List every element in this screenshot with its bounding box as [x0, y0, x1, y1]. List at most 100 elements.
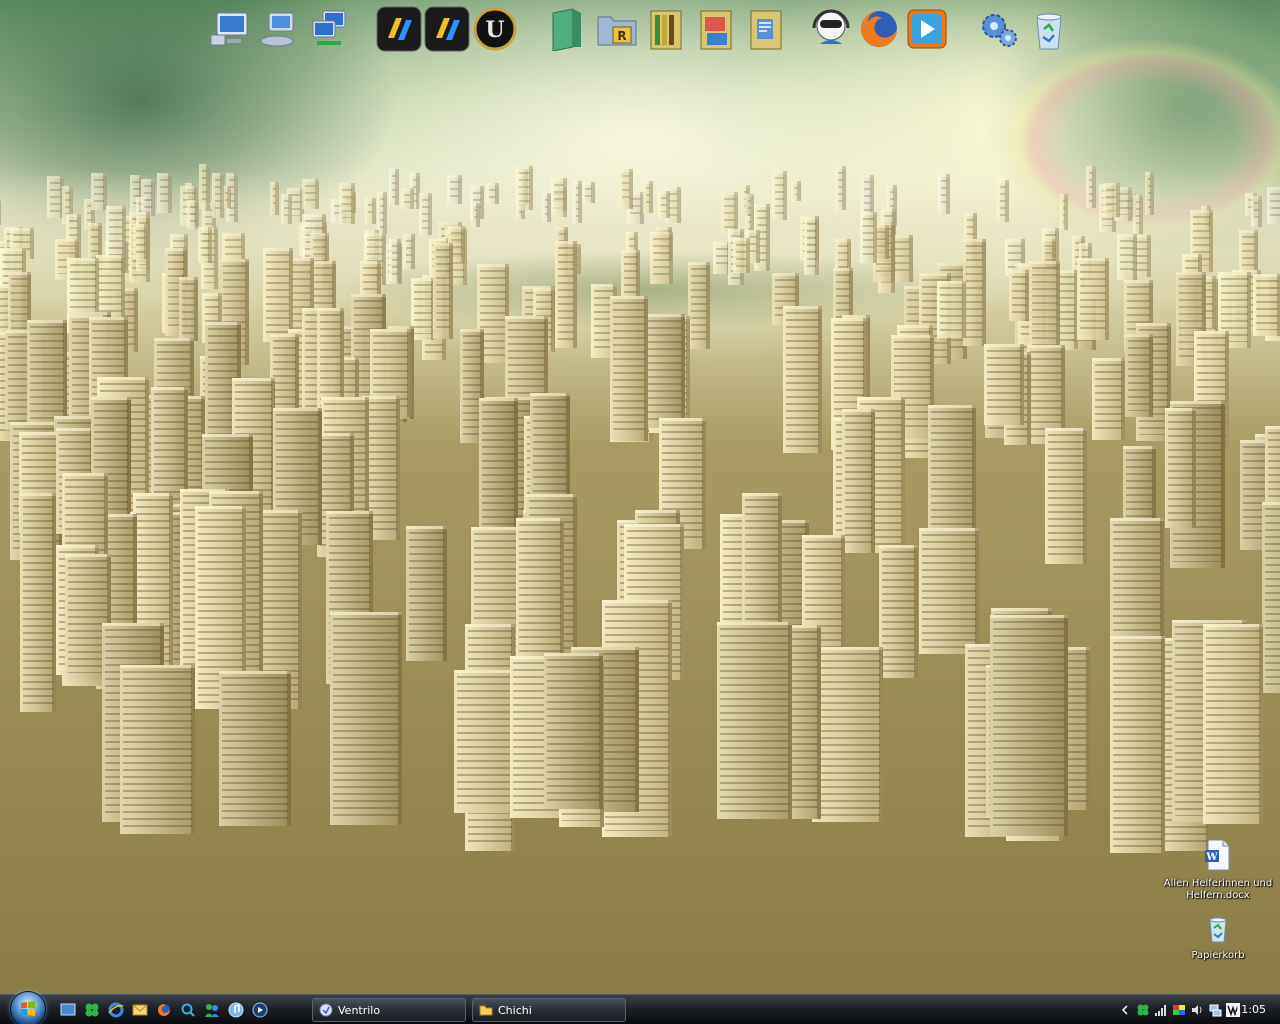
wallpaper-building — [812, 647, 884, 822]
wallpaper-building — [1086, 165, 1096, 208]
wallpaper-building — [1262, 501, 1280, 693]
wallpaper-building — [197, 226, 212, 263]
volume-icon[interactable] — [1190, 1003, 1204, 1017]
wallpaper-building — [1125, 333, 1153, 418]
wallpaper-building — [432, 243, 453, 339]
desktop-icon-word-document[interactable]: W Allen Helferinnen und Helfern.docx — [1163, 838, 1273, 902]
svg-text:U: U — [485, 17, 504, 43]
wallpaper-building — [281, 193, 293, 225]
recycle-bin-icon — [1203, 917, 1233, 948]
desktop-icon-recycle-bin[interactable]: Papierkorb — [1163, 914, 1273, 962]
expand-arrow-icon[interactable] — [1118, 1003, 1132, 1017]
color-bars-icon[interactable] — [1172, 1003, 1186, 1017]
search-icon[interactable] — [180, 1002, 196, 1018]
wallpaper-building — [732, 238, 750, 274]
wallpaper-building — [551, 177, 568, 212]
clover-icon[interactable] — [84, 1002, 100, 1018]
wallpaper-building — [879, 545, 919, 679]
wallpaper-building — [803, 216, 819, 276]
wallpaper-building — [270, 182, 280, 215]
cs-game-alt-icon[interactable] — [424, 6, 470, 52]
wallpaper-building — [983, 343, 1024, 425]
ventrilo-icon — [319, 1003, 333, 1017]
wallpaper-building — [1045, 428, 1087, 564]
internet-explorer-icon[interactable] — [108, 1002, 124, 1018]
network-places-icon[interactable] — [256, 6, 302, 52]
wallpaper-building — [302, 179, 320, 210]
wallpaper-building — [990, 615, 1069, 837]
wallpaper-building — [178, 277, 199, 341]
wallpaper-building — [1202, 623, 1264, 824]
winrar-folder-icon[interactable]: R — [594, 6, 640, 52]
pictures-folder-icon[interactable] — [694, 6, 740, 52]
wallpaper-building — [400, 188, 415, 209]
media-player-icon[interactable] — [252, 1002, 268, 1018]
wallpaper-building — [1266, 187, 1280, 224]
mail-icon[interactable] — [132, 1002, 148, 1018]
documents-folder-icon[interactable] — [744, 6, 790, 52]
desktop-icon-label: Papierkorb — [1191, 950, 1245, 961]
wallpaper-building — [485, 182, 499, 204]
wallpaper-building — [1145, 171, 1155, 216]
wallpaper-building — [782, 305, 823, 454]
cs-game-icon[interactable] — [376, 6, 422, 52]
itunes-icon[interactable] — [228, 1002, 244, 1018]
word-document-icon: W — [1201, 839, 1235, 876]
network-icon[interactable] — [1208, 1003, 1222, 1017]
recycle-bin-icon[interactable] — [1026, 6, 1072, 52]
unreal-tournament-icon[interactable]: U — [472, 6, 518, 52]
wallpaper-building — [516, 518, 565, 658]
wallpaper-building — [1250, 196, 1263, 227]
settings-gears-icon[interactable] — [976, 6, 1022, 52]
wallpaper-building — [199, 164, 210, 210]
wallpaper-building — [645, 314, 685, 428]
wallpaper-building — [842, 408, 876, 553]
svg-text:R: R — [617, 29, 626, 43]
wallpaper-building — [218, 670, 291, 826]
signal-icon[interactable] — [1154, 1003, 1168, 1017]
wallpaper-building — [0, 200, 1, 226]
wallpaper-building — [364, 197, 377, 225]
start-button[interactable] — [10, 991, 46, 1024]
messenger-icon[interactable] — [808, 6, 854, 52]
wallpaper-building — [1076, 258, 1110, 341]
wallpaper-building — [132, 224, 149, 260]
wallpaper-building — [211, 173, 224, 219]
wallpaper-building — [329, 612, 402, 826]
media-player-icon[interactable] — [904, 6, 950, 52]
folder-icon — [479, 1003, 493, 1017]
my-computer-icon[interactable] — [208, 6, 254, 52]
show-desktop-icon[interactable] — [60, 1002, 76, 1018]
wallpaper-building — [609, 296, 648, 442]
wallpaper-building — [1009, 270, 1030, 322]
wallpaper-building — [771, 170, 788, 220]
firefox-icon[interactable] — [156, 1002, 172, 1018]
wallpaper-building — [642, 180, 654, 213]
books-folder-icon[interactable] — [644, 6, 690, 52]
desktop-wallpaper — [0, 0, 1280, 994]
clover-icon[interactable] — [1136, 1003, 1150, 1017]
wallpaper-building — [141, 179, 155, 217]
wallpaper-building — [834, 166, 846, 210]
taskbar-button-chichi[interactable]: Chichi — [472, 998, 626, 1022]
windows-logo-icon — [21, 1001, 35, 1016]
taskbar-button-ventrilo[interactable]: Ventrilo — [312, 998, 466, 1022]
wallpaper-building — [471, 203, 480, 228]
wallpaper-building — [1116, 234, 1138, 281]
wallpaper-building — [377, 191, 388, 235]
wallpaper-building — [119, 665, 195, 835]
wallpaper-building — [411, 278, 435, 341]
wallpaper-building — [1132, 195, 1144, 234]
wallpaper-building — [658, 190, 670, 218]
desktop-icon-label: Allen Helferinnen und Helfern.docx — [1163, 878, 1273, 901]
wallpaper-building — [419, 192, 432, 235]
wallpaper-building — [1059, 193, 1069, 230]
wallpaper-building — [928, 405, 977, 546]
messenger-icon[interactable] — [204, 1002, 220, 1018]
green-folder-icon[interactable] — [544, 6, 590, 52]
taskbar-button-label: Ventrilo — [338, 1003, 381, 1017]
wallpaper-building — [554, 240, 578, 349]
network-connections-icon[interactable] — [306, 6, 352, 52]
firefox-icon[interactable] — [856, 6, 902, 52]
taskbar-clock[interactable]: 11:05 — [1234, 1003, 1266, 1016]
